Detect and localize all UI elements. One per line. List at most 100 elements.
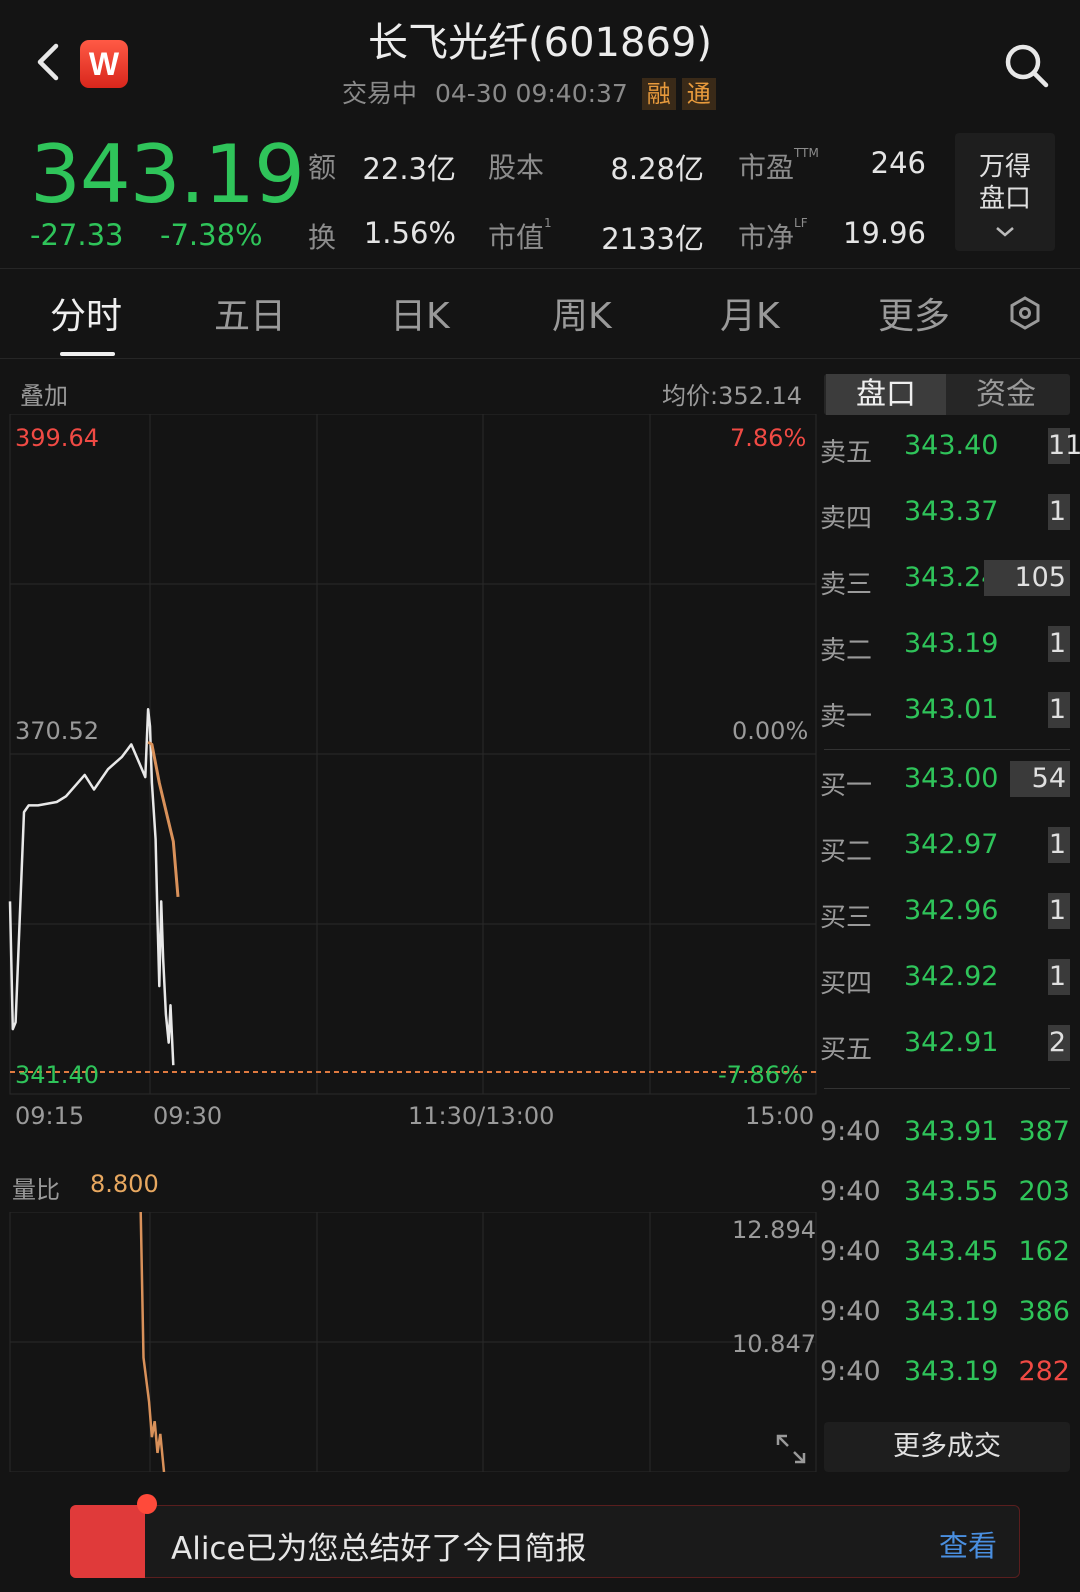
bid-row[interactable]: 买二 342.97 1: [820, 827, 1070, 867]
bid-row[interactable]: 买一 343.00 54: [820, 761, 1070, 801]
bid-volume: 1: [1048, 827, 1070, 863]
bid-price: 342.96: [904, 895, 999, 926]
price-change-pct: -7.38%: [160, 218, 263, 252]
bid-row[interactable]: 买五 342.91 2: [820, 1025, 1070, 1065]
avg-price-label: 均价:352.14: [662, 382, 803, 410]
volume-ratio-chart[interactable]: [0, 1212, 820, 1472]
trade-row: 9:40 343.19 386: [820, 1296, 1070, 1336]
bid-row[interactable]: 买三 342.96 1: [820, 893, 1070, 933]
ask-row[interactable]: 卖五 343.40 11: [820, 428, 1080, 468]
pct-axis-top: 7.86%: [730, 424, 807, 452]
trade-time: 9:40: [820, 1356, 881, 1387]
bid-volume: 1: [1048, 893, 1070, 929]
ask-price: 343.01: [904, 694, 999, 725]
view-button[interactable]: 查看: [939, 1523, 997, 1565]
ai-briefing-banner[interactable]: Alice已为您总结好了今日简报 查看: [70, 1505, 1020, 1578]
trade-time: 9:40: [820, 1236, 881, 1267]
tab-monthly-k[interactable]: 月K: [720, 287, 780, 339]
vr-axis-top: 12.894: [732, 1216, 816, 1244]
trading-status-line: 交易中 04-30 09:40:37 融通: [342, 74, 716, 110]
tab-intraday[interactable]: 分时: [50, 287, 122, 339]
ask-price: 343.19: [904, 628, 999, 659]
bid-volume: 54: [1010, 761, 1070, 797]
stat-value-amount: 22.3亿: [362, 152, 456, 186]
margin-tag: 融: [641, 78, 676, 110]
active-tab-indicator: [60, 352, 115, 356]
wind-orderbook-button[interactable]: 万得 盘口: [955, 133, 1055, 251]
bid-price: 342.91: [904, 1027, 999, 1058]
volume-ratio-label: 量比: [12, 1176, 60, 1204]
trade-volume: 387: [1018, 1116, 1070, 1147]
stat-label-amount: 额: [308, 151, 337, 184]
stat-label-mktcap: 市值1: [488, 216, 552, 254]
stat-label-turnover: 换: [308, 221, 337, 254]
trade-volume: 386: [1018, 1296, 1070, 1327]
bid-level-label: 买五: [820, 1035, 873, 1065]
ask-volume: 105: [984, 560, 1070, 596]
stat-value-mktcap: 2133亿: [601, 222, 704, 256]
trade-time: 9:40: [820, 1296, 881, 1327]
stat-label-pb: 市净LF: [738, 216, 808, 254]
trade-row: 9:40 343.55 203: [820, 1176, 1070, 1216]
ask-row[interactable]: 卖三 343.24 105: [820, 560, 1070, 600]
chevron-down-icon: [996, 227, 1014, 237]
quote-datetime: 04-30 09:40:37: [434, 79, 628, 108]
orderbook-divider: [824, 749, 1070, 750]
bid-row[interactable]: 买四 342.92 1: [820, 959, 1070, 999]
trade-price: 343.91: [904, 1116, 999, 1147]
trade-volume: 162: [1018, 1236, 1070, 1267]
wind-btn-line2: 盘口: [978, 184, 1031, 214]
ask-volume: 1: [1048, 626, 1070, 662]
ask-volume: 1: [1048, 692, 1070, 728]
trade-row: 9:40 343.91 387: [820, 1116, 1070, 1156]
trade-time: 9:40: [820, 1176, 881, 1207]
tab-more[interactable]: 更多: [878, 287, 950, 339]
ask-level-label: 卖三: [820, 570, 873, 600]
tab-daily-k[interactable]: 日K: [390, 287, 450, 339]
trade-price: 343.19: [904, 1296, 999, 1327]
current-price: 343.19: [30, 128, 305, 221]
ask-row[interactable]: 卖一 343.01 1: [820, 692, 1070, 732]
bid-level-label: 买一: [820, 771, 873, 801]
ask-volume: 1: [1048, 494, 1070, 530]
ask-level-label: 卖五: [820, 438, 873, 468]
stat-label-shares: 股本: [488, 151, 545, 184]
tab-capital[interactable]: 资金: [946, 374, 1066, 415]
bid-price: 342.92: [904, 961, 999, 992]
bid-price: 343.00: [904, 763, 999, 794]
overlay-button[interactable]: 叠加: [20, 376, 68, 411]
x-axis-label: 15:00: [745, 1102, 815, 1130]
bid-price: 342.97: [904, 829, 999, 860]
avg-price-line: [147, 740, 180, 898]
trade-price: 343.45: [904, 1236, 999, 1267]
expand-icon[interactable]: [774, 1432, 808, 1466]
ask-price: 343.40: [904, 430, 999, 461]
tab-orderbook[interactable]: 盘口: [826, 374, 946, 415]
bid-level-label: 买二: [820, 837, 873, 867]
banner-accent: [70, 1505, 145, 1578]
ask-row[interactable]: 卖四 343.37 1: [820, 494, 1070, 534]
stat-value-pb: 19.96: [842, 216, 926, 250]
bid-volume: 1: [1048, 959, 1070, 995]
tab-five-day[interactable]: 五日: [214, 287, 286, 339]
intraday-chart[interactable]: [0, 414, 820, 1134]
ask-price: 343.37: [904, 496, 999, 527]
search-icon[interactable]: [1003, 42, 1051, 90]
volume-ratio-value: 8.800: [90, 1170, 159, 1198]
banner-text: Alice已为您总结好了今日简报: [171, 1531, 587, 1567]
tab-weekly-k[interactable]: 周K: [552, 287, 612, 339]
vr-axis-mid: 10.847: [732, 1330, 816, 1358]
ask-level-label: 卖一: [820, 702, 873, 732]
ask-level-label: 卖二: [820, 636, 873, 666]
ask-row[interactable]: 卖二 343.19 1: [820, 626, 1070, 666]
stat-value-turnover: 1.56%: [363, 216, 456, 250]
trade-row: 9:40 343.45 162: [820, 1236, 1070, 1276]
more-trades-button[interactable]: 更多成交: [824, 1422, 1070, 1472]
settings-hexagon-icon[interactable]: [1008, 296, 1042, 330]
stat-label-pe: 市盈TTM: [738, 146, 819, 184]
bid-level-label: 买四: [820, 969, 873, 999]
trade-volume: 203: [1018, 1176, 1070, 1207]
y-axis-mid: 370.52: [15, 717, 99, 745]
trade-price: 343.19: [904, 1356, 999, 1387]
ask-volume: 11: [1048, 428, 1080, 464]
